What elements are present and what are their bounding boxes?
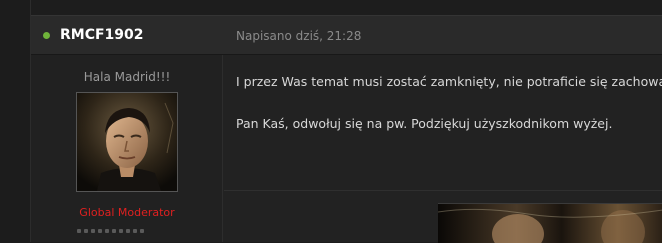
post-text-line: Pan Kaś, odwołuj się na pw. Podziękuj uż… (236, 116, 613, 131)
avatar-portrait-icon (77, 93, 177, 191)
reputation-pip (84, 229, 88, 233)
reputation-pip (119, 229, 123, 233)
user-rank: Global Moderator (79, 206, 175, 219)
online-status-icon (43, 32, 50, 39)
reputation-pip (77, 229, 81, 233)
forum-post: RMCF1902 Napisano dziś, 21:28 Hala Madri… (30, 0, 662, 243)
post-date: Napisano dziś, 21:28 (236, 29, 362, 43)
avatar[interactable] (76, 92, 178, 192)
reputation-pip (112, 229, 116, 233)
post-content: I przez Was temat musi zostać zamknięty,… (224, 55, 662, 243)
reputation-pip (91, 229, 95, 233)
user-title: Hala Madrid!!! (83, 70, 171, 84)
reputation-pip (98, 229, 102, 233)
post-header: RMCF1902 Napisano dziś, 21:28 (31, 15, 662, 55)
signature-picture-icon (438, 204, 662, 243)
reputation-pip (126, 229, 130, 233)
post-text-line: I przez Was temat musi zostać zamknięty,… (236, 74, 662, 89)
signature-image (438, 203, 662, 243)
author-username-link[interactable]: RMCF1902 (60, 27, 144, 43)
author-sidebar: Hala Madrid!!! Global Moderator (31, 55, 223, 242)
reputation-pip (133, 229, 137, 233)
post-top-strip (31, 0, 662, 15)
reputation-pips (77, 229, 144, 234)
reputation-pip (105, 229, 109, 233)
reputation-pip (140, 229, 144, 233)
signature-divider (224, 190, 662, 191)
